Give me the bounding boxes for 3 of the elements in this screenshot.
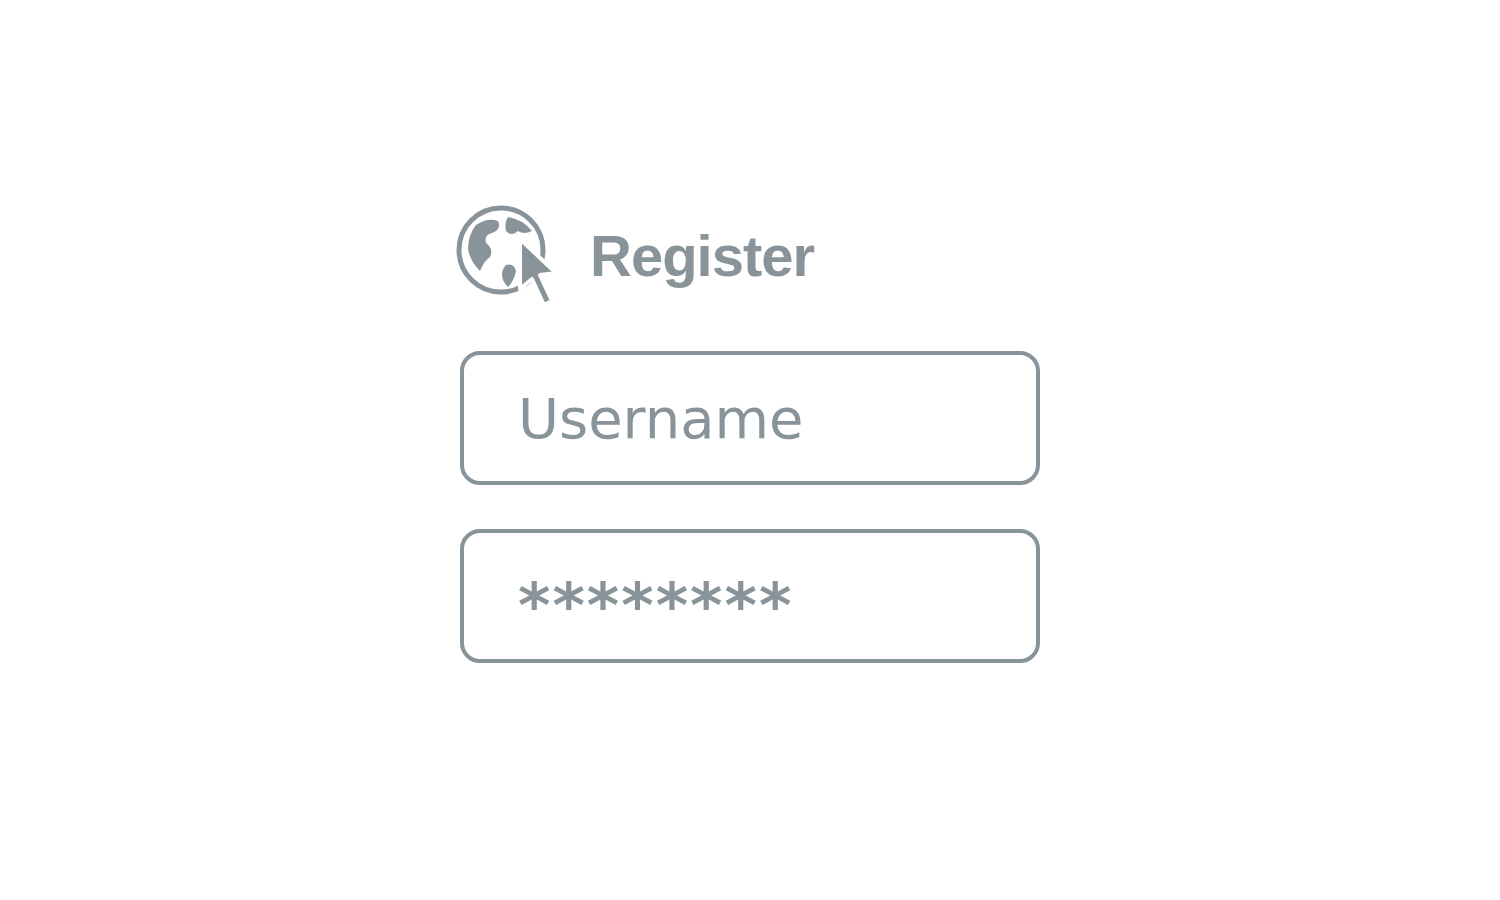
username-field[interactable]: Username	[460, 351, 1040, 485]
register-heading: Register	[590, 221, 815, 289]
password-field[interactable]: ********	[460, 529, 1040, 663]
